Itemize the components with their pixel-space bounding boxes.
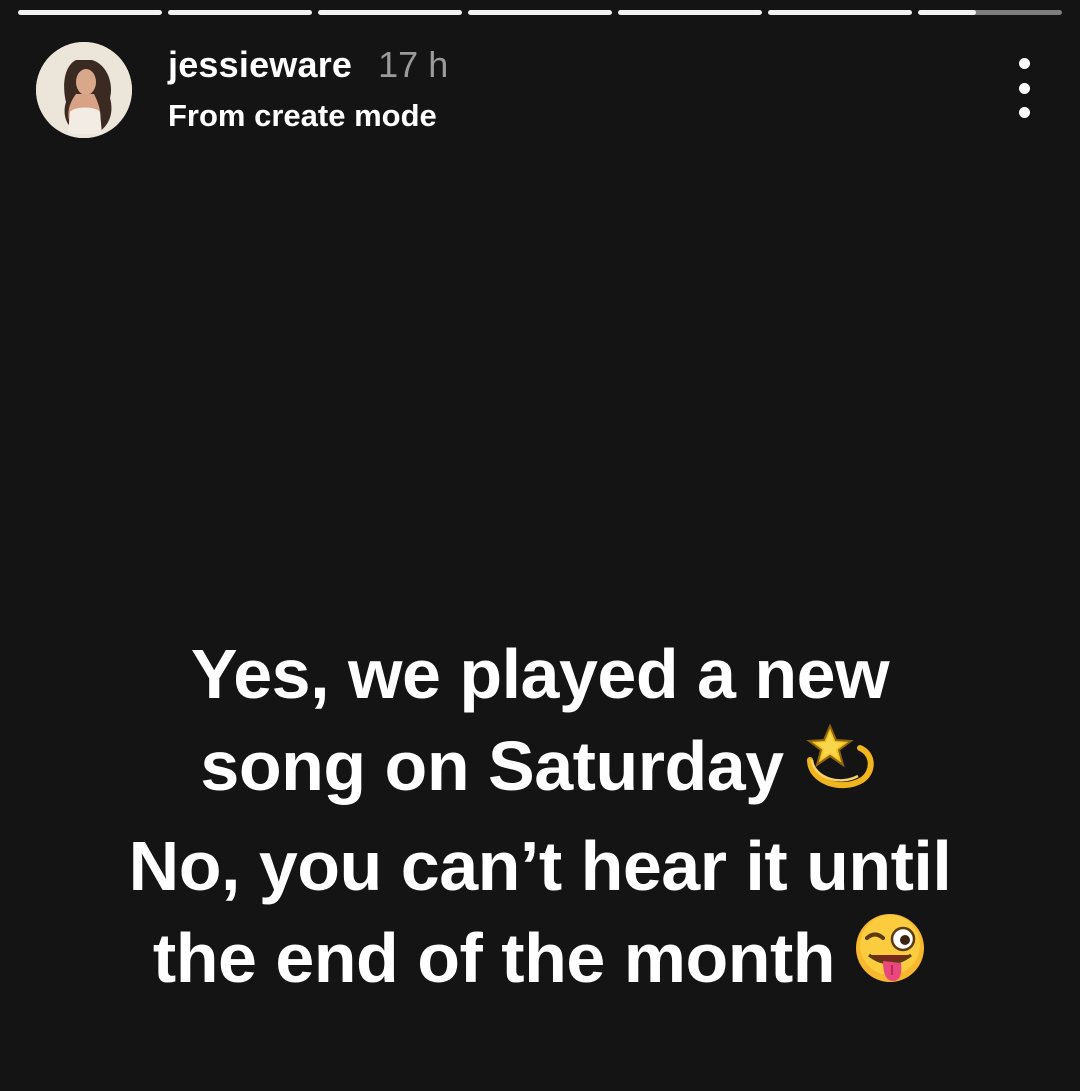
progress-segment-fill xyxy=(18,10,162,15)
progress-segment xyxy=(468,10,612,15)
story-caption: Yes, we played a new song on Saturday No… xyxy=(40,628,1040,1011)
caption-line: song on Saturday xyxy=(40,720,1040,820)
progress-segment xyxy=(318,10,462,15)
timestamp: 17 h xyxy=(378,44,449,85)
profile-photo xyxy=(36,42,132,138)
progress-segment xyxy=(768,10,912,15)
avatar[interactable] xyxy=(36,42,132,138)
more-options-button[interactable] xyxy=(1004,58,1044,118)
caption-line: No, you can’t hear it until xyxy=(128,826,952,905)
caption-line-text: the end of the month xyxy=(152,918,836,997)
winking-face-with-tongue-emoji xyxy=(853,911,927,1007)
vertical-ellipsis-icon xyxy=(1018,58,1030,69)
story-header: jessieware 17 h From create mode xyxy=(36,42,1044,142)
story-meta: jessieware 17 h From create mode xyxy=(168,44,448,134)
story-subtitle: From create mode xyxy=(168,98,437,133)
progress-segment xyxy=(18,10,162,15)
story-progress-bar xyxy=(18,10,1062,15)
progress-segment-fill xyxy=(318,10,462,15)
username[interactable]: jessieware xyxy=(168,44,352,86)
caption-line: Yes, we played a new xyxy=(190,635,890,713)
progress-segment-fill xyxy=(768,10,912,15)
progress-segment xyxy=(918,10,1062,15)
dizzy-star-emoji xyxy=(802,720,880,816)
progress-segment xyxy=(618,10,762,15)
progress-segment-fill xyxy=(168,10,312,15)
ellipsis-dot xyxy=(1018,82,1030,94)
caption-line: the end of the month xyxy=(40,912,1040,1012)
progress-segment-fill xyxy=(918,10,976,15)
ellipsis-dot xyxy=(1018,107,1030,118)
caption-line-text: song on Saturday xyxy=(200,727,784,805)
progress-segment-fill xyxy=(468,10,612,15)
progress-segment xyxy=(168,10,312,15)
progress-segment-fill xyxy=(618,10,762,15)
